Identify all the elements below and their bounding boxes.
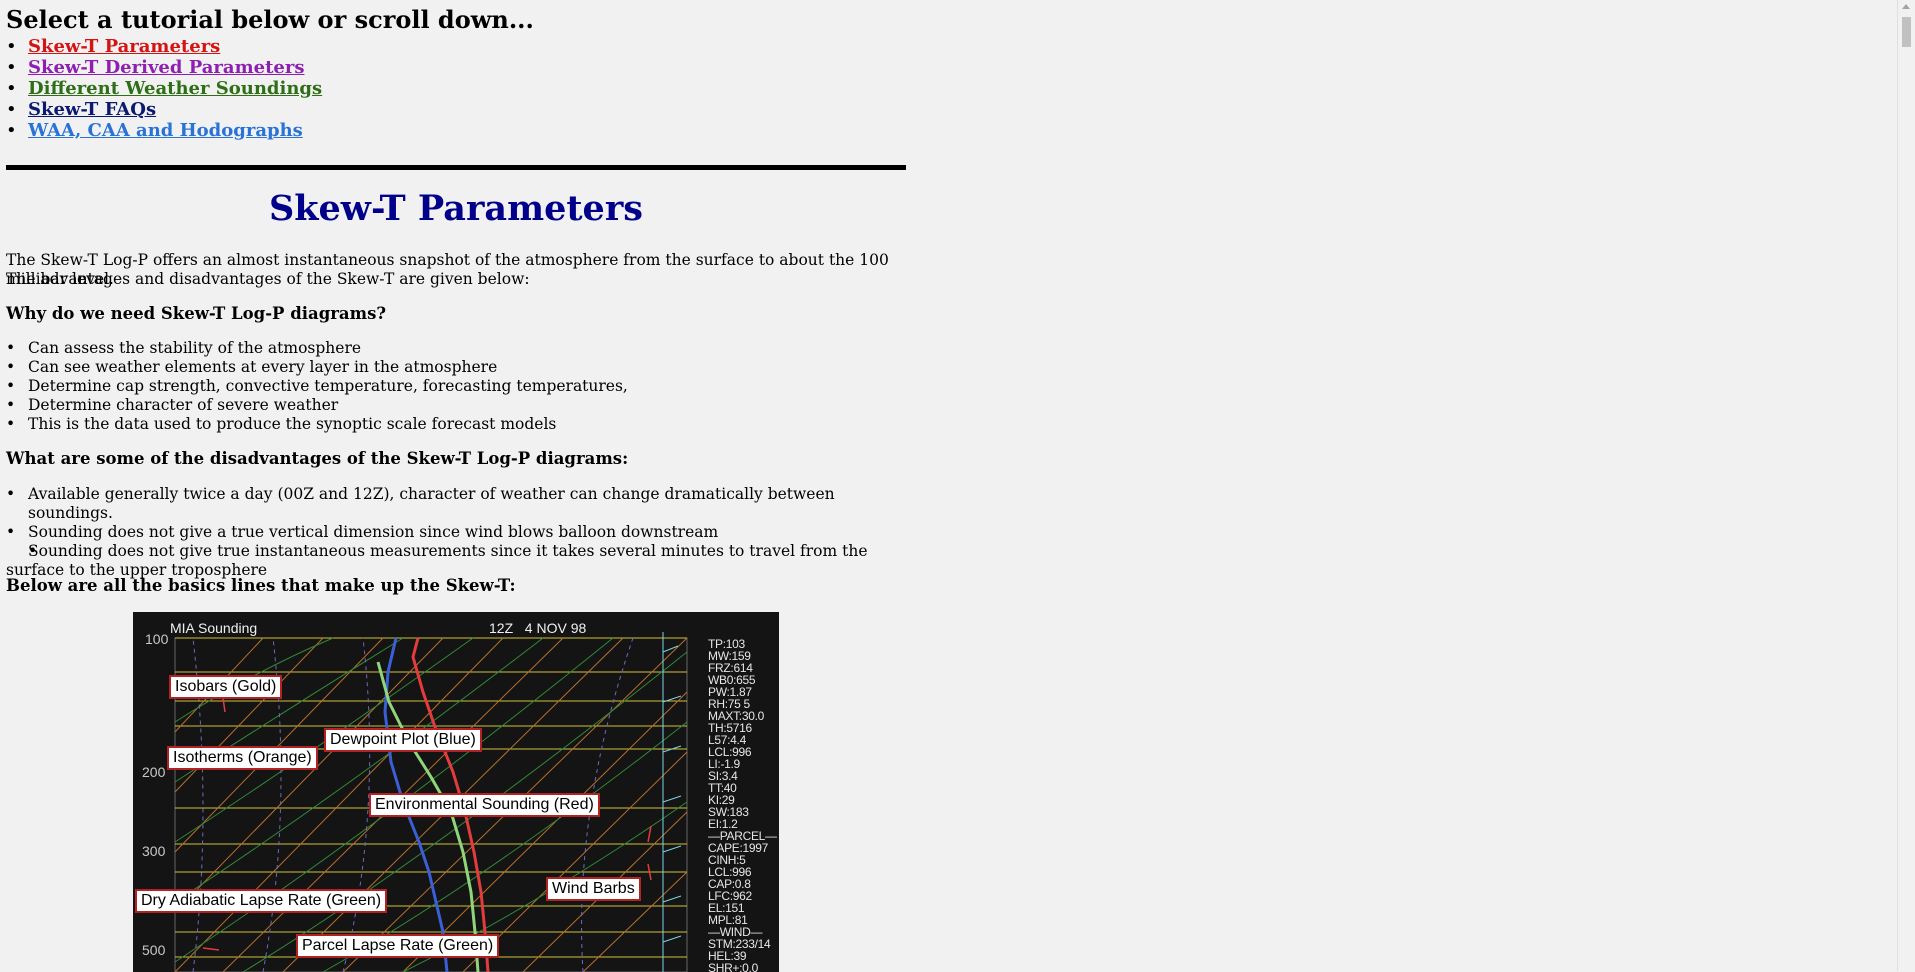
disadvantages-heading: What are some of the disadvantages of th… (6, 449, 629, 468)
intro-line-2: The advantages and disadvantages of the … (6, 270, 530, 288)
tutorial-link-hodographs[interactable]: WAA, CAA and Hodographs (28, 120, 303, 141)
list-item: Sounding does not give true instantaneou… (6, 542, 906, 580)
skewt-chart (174, 632, 688, 972)
tutorial-item: Skew-T FAQs (6, 99, 906, 120)
sounding-stats: TP:103 MW:159 FRZ:614 WB0:655 PW:1.87 RH:75 5… (708, 638, 777, 972)
station-label: MIA Sounding (170, 620, 258, 636)
pressure-label: 100 (145, 631, 169, 647)
skewt-diagram: MIA Sounding 12Z 4 NOV 98 100 200 300 50… (133, 612, 779, 972)
disadvantages-list: Available generally twice a day (00Z and… (6, 485, 906, 580)
callout-isobars: Isobars (Gold) (169, 675, 283, 699)
callout-parcel: Parcel Lapse Rate (Green) (296, 934, 500, 958)
tutorial-list: Skew-T Parameters Skew-T Derived Paramet… (6, 36, 906, 141)
list-item: Sounding does not give a true vertical d… (6, 523, 906, 542)
list-item: This is the data used to produce the syn… (6, 415, 906, 434)
time-label: 12Z 4 NOV 98 (489, 620, 587, 636)
tutorial-link-faqs[interactable]: Skew-T FAQs (28, 99, 156, 120)
pressure-label: 300 (142, 843, 166, 859)
section-divider (6, 165, 906, 170)
tutorial-item: Skew-T Parameters (6, 36, 906, 57)
why-list: Can assess the stability of the atmosphe… (6, 339, 906, 434)
tutorial-item: Skew-T Derived Parameters (6, 57, 906, 78)
tutorial-link-derived-parameters[interactable]: Skew-T Derived Parameters (28, 57, 304, 78)
list-item: Available generally twice a day (00Z and… (6, 485, 906, 523)
scrollbar-thumb[interactable] (1902, 17, 1911, 47)
basics-heading: Below are all the basics lines that make… (6, 576, 516, 595)
tutorial-item: Different Weather Soundings (6, 78, 906, 99)
vertical-scrollbar[interactable] (1897, 0, 1915, 971)
pressure-label: 200 (142, 764, 166, 780)
list-item: Can assess the stability of the atmosphe… (6, 339, 906, 358)
callout-isotherms: Isotherms (Orange) (167, 746, 318, 770)
page-heading: Select a tutorial below or scroll down..… (6, 5, 534, 34)
tutorial-link-skewt-parameters[interactable]: Skew-T Parameters (28, 36, 220, 57)
page-content: Select a tutorial below or scroll down..… (6, 0, 906, 972)
list-item: Determine cap strength, convective tempe… (6, 377, 906, 396)
callout-dewpoint: Dewpoint Plot (Blue) (324, 728, 482, 752)
tutorial-link-weather-soundings[interactable]: Different Weather Soundings (28, 78, 322, 99)
tutorial-item: WAA, CAA and Hodographs (6, 120, 906, 141)
why-heading: Why do we need Skew-T Log-P diagrams? (6, 304, 387, 323)
list-item: Can see weather elements at every layer … (6, 358, 906, 377)
list-item: Determine character of severe weather (6, 396, 906, 415)
callout-dry-adiabat: Dry Adiabatic Lapse Rate (Green) (135, 889, 388, 913)
callout-wind-barbs: Wind Barbs (546, 877, 641, 901)
scroll-up-icon[interactable] (1902, 4, 1910, 9)
callout-environment: Environmental Sounding (Red) (369, 793, 600, 817)
section-title: Skew-T Parameters (269, 188, 643, 229)
pressure-label: 500 (142, 942, 166, 958)
